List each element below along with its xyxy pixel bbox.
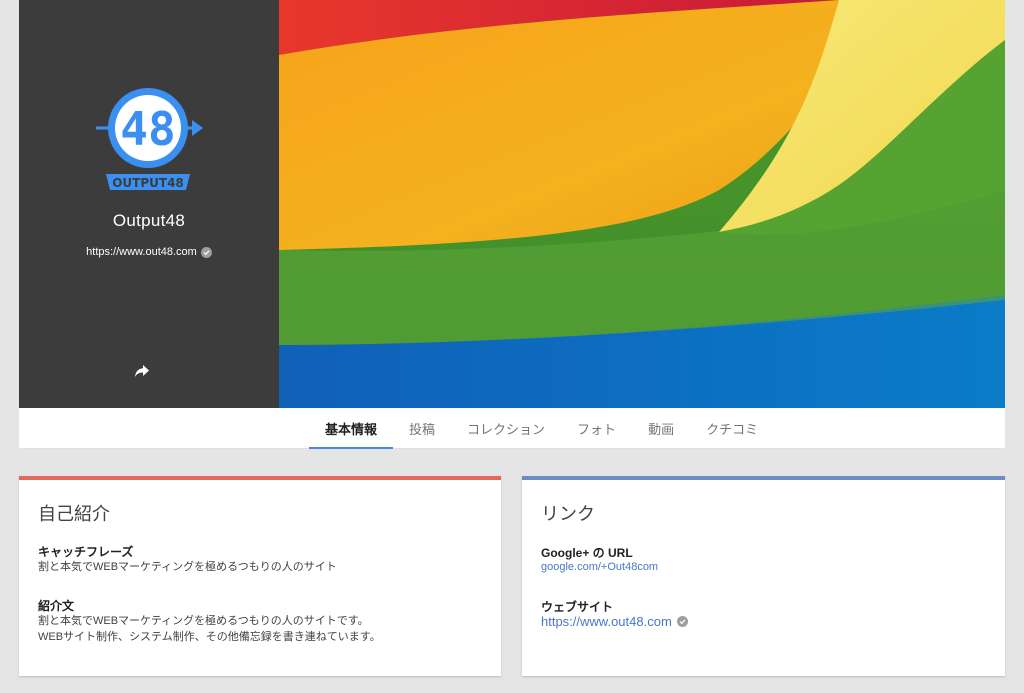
links-card: リンク Google+ の URL google.com/+Out48com ウ… bbox=[522, 476, 1005, 676]
tab-list: 基本情報 投稿 コレクション フォト 動画 クチコミ bbox=[309, 408, 774, 449]
share-arrow-icon bbox=[135, 365, 149, 377]
tab-collections[interactable]: コレクション bbox=[451, 408, 561, 449]
website-link[interactable]: https://www.out48.com bbox=[541, 614, 672, 629]
profile-url[interactable]: https://www.out48.com bbox=[86, 246, 197, 258]
gplus-url-link[interactable]: google.com/+Out48com bbox=[541, 561, 658, 573]
profile-name: Output48 bbox=[112, 211, 186, 230]
about-title: 自己紹介 bbox=[38, 504, 110, 524]
profile-panel: 48 OUTPUT48 Output48 https://www.out48.c… bbox=[19, 0, 279, 408]
profile-tabbar: 基本情報 投稿 コレクション フォト 動画 クチコミ bbox=[19, 408, 1005, 449]
logo-number: 48 bbox=[120, 102, 175, 156]
tab-posts[interactable]: 投稿 bbox=[393, 408, 451, 449]
links-title: リンク bbox=[541, 504, 595, 524]
tab-photos[interactable]: フォト bbox=[561, 408, 632, 449]
cover-photo bbox=[279, 0, 1005, 408]
tab-videos[interactable]: 動画 bbox=[632, 408, 690, 449]
tab-reviews[interactable]: クチコミ bbox=[690, 408, 774, 449]
verified-check-icon bbox=[200, 246, 212, 258]
profile-header: 48 OUTPUT48 Output48 https://www.out48.c… bbox=[19, 0, 1005, 408]
verified-check-icon bbox=[676, 616, 688, 627]
intro-label: 紹介文 bbox=[38, 599, 75, 613]
website-row: https://www.out48.com bbox=[541, 614, 688, 629]
output48-logo: 48 OUTPUT48 bbox=[96, 88, 203, 190]
catchphrase-value: 割と本気でWEBマーケティングを極めるつもりの人のサイト bbox=[38, 561, 337, 573]
about-card: 自己紹介 キャッチフレーズ 割と本気でWEBマーケティングを極めるつもりの人のサ… bbox=[19, 476, 501, 676]
logo-wordmark: OUTPUT48 bbox=[112, 176, 184, 190]
profile-url-row: https://www.out48.com bbox=[19, 246, 279, 258]
intro-line-2: WEBサイト制作、システム制作、その他備忘録を書き連ねています。 bbox=[38, 631, 381, 643]
intro-line-1: 割と本気でWEBマーケティングを極めるつもりの人のサイトです。 bbox=[38, 615, 369, 627]
share-button[interactable] bbox=[131, 360, 153, 382]
gplus-url-label: Google+ の URL bbox=[541, 546, 633, 560]
website-label: ウェブサイト bbox=[541, 600, 614, 614]
catchphrase-label: キャッチフレーズ bbox=[38, 545, 134, 559]
tab-about[interactable]: 基本情報 bbox=[309, 408, 394, 449]
